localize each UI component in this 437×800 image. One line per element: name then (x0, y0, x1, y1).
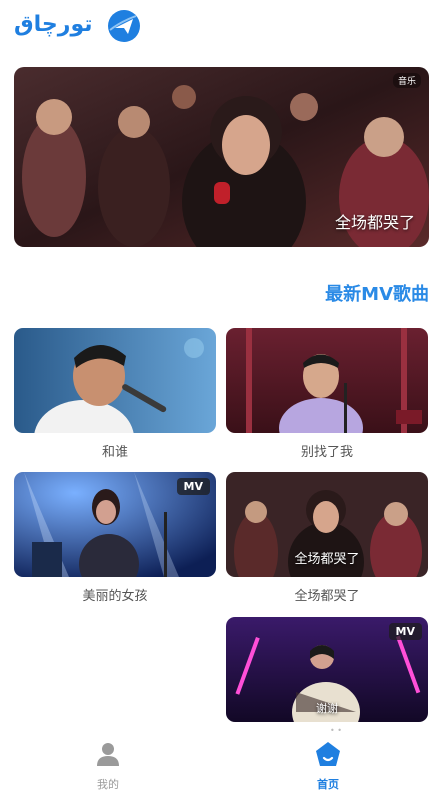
banner-caption: 全场都哭了 (334, 213, 415, 232)
app-header: تورچاق (0, 0, 437, 58)
mv-thumbnail (14, 328, 216, 433)
mv-card[interactable]: 别找了我 (226, 328, 428, 460)
mv-overlay-text: 全场都哭了 (294, 552, 360, 567)
bottom-tab-bar: 我的 首页 (0, 735, 437, 800)
airplane-logo-icon (108, 10, 140, 42)
tab-home-label: 首页 (317, 778, 339, 791)
tab-mine-label: 我的 (97, 778, 119, 791)
mv-overlay-text: 谢谢 (316, 702, 338, 715)
mv-badge: MV (176, 478, 210, 495)
mv-title: 别找了我 (300, 445, 353, 460)
user-icon (97, 743, 119, 766)
mv-thumbnail: 全场都哭了 (226, 472, 428, 577)
tab-mine[interactable]: 我的 (68, 739, 148, 792)
section-title-latest-mv: 最新MV歌曲 (325, 284, 429, 305)
mv-title: 全场都哭了 (294, 589, 360, 604)
mv-badge: MV (388, 623, 422, 640)
mv-card[interactable]: 全场都哭了 全场都哭了 (226, 472, 428, 604)
mv-card[interactable]: 和谁 (14, 328, 216, 460)
logo-text: تورچاق (14, 12, 93, 37)
scroll-indicator-dots: • • (330, 726, 342, 735)
featured-banner[interactable]: 音乐 全场都哭了 (14, 67, 429, 247)
mv-thumbnail: MV (14, 472, 216, 577)
mv-thumbnail (226, 328, 428, 433)
mv-title: 和谁 (101, 445, 128, 460)
mv-thumbnail: MV 谢谢 (226, 617, 428, 722)
home-icon (316, 742, 340, 766)
mv-card[interactable]: MV 美丽的女孩 (14, 472, 216, 604)
tab-home[interactable]: 首页 (288, 739, 368, 792)
app-logo: تورچاق (14, 6, 144, 50)
mv-title: 美丽的女孩 (82, 589, 148, 604)
mv-card[interactable]: MV 谢谢 (226, 617, 428, 722)
banner-channel-badge: 音乐 (392, 73, 421, 88)
